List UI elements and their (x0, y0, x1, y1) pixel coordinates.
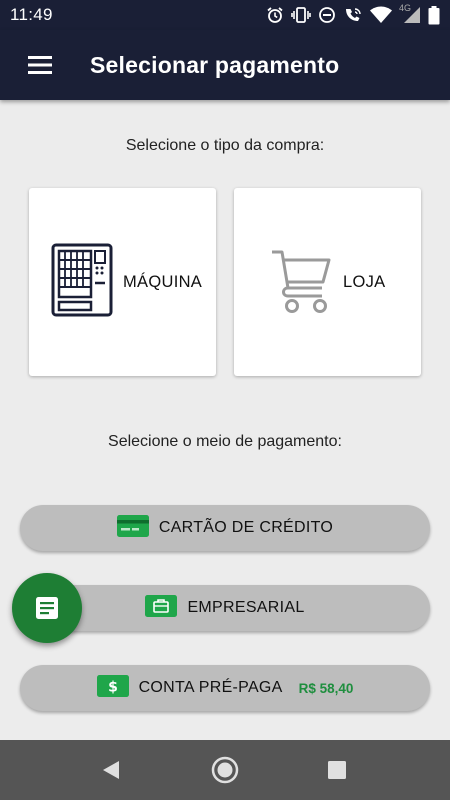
page-title: Selecionar pagamento (90, 51, 340, 78)
prepaid-account-label: CONTA PRÉ-PAGA (138, 679, 283, 696)
cellular-signal-icon: 4G (399, 3, 421, 24)
machine-option-label: MÁQUINA (123, 272, 203, 291)
home-icon (211, 756, 239, 784)
document-fab[interactable] (12, 573, 82, 643)
document-icon (36, 597, 58, 619)
back-icon (103, 761, 119, 779)
credit-card-icon (116, 514, 149, 542)
prepaid-account-button[interactable]: $ CONTA PRÉ-PAGA R$ 58,40 (20, 665, 430, 711)
svg-text:$: $ (108, 679, 118, 695)
network-type-label: 4G (399, 3, 412, 13)
vibrate-icon (291, 6, 311, 24)
briefcase-icon (145, 594, 178, 622)
do-not-disturb-icon (318, 6, 336, 24)
credit-card-label: CARTÃO DE CRÉDITO (158, 519, 334, 536)
machine-option-card[interactable]: MÁQUINA (29, 188, 216, 376)
payment-method-prompt: Selecione o meio de pagamento: (108, 433, 342, 450)
recents-icon (328, 761, 346, 779)
business-label: EMPRESARIAL (187, 599, 305, 616)
system-nav-bar (0, 740, 450, 800)
status-time: 11:49 (10, 5, 53, 24)
alarm-icon (266, 6, 284, 24)
battery-icon (428, 5, 440, 25)
wifi-calling-icon (343, 6, 363, 24)
menu-button[interactable] (18, 43, 62, 87)
dollar-icon: $ (96, 674, 129, 702)
vending-machine-icon (51, 243, 113, 322)
hamburger-menu-icon (28, 56, 52, 74)
back-button[interactable] (81, 740, 141, 800)
credit-card-button[interactable]: CARTÃO DE CRÉDITO (20, 505, 430, 551)
shopping-cart-icon (270, 246, 332, 319)
status-icons: 4G (266, 3, 440, 25)
store-option-label: LOJA (343, 272, 386, 291)
store-option-card[interactable]: LOJA (234, 188, 421, 376)
app-bar: Selecionar pagamento (0, 30, 450, 100)
status-bar: 11:49 4G (0, 0, 450, 30)
purchase-type-prompt: Selecione o tipo da compra: (125, 137, 325, 154)
recents-button[interactable] (307, 740, 367, 800)
wifi-icon (370, 6, 392, 24)
prepaid-balance: R$ 58,40 (298, 680, 354, 696)
home-button[interactable] (195, 740, 255, 800)
